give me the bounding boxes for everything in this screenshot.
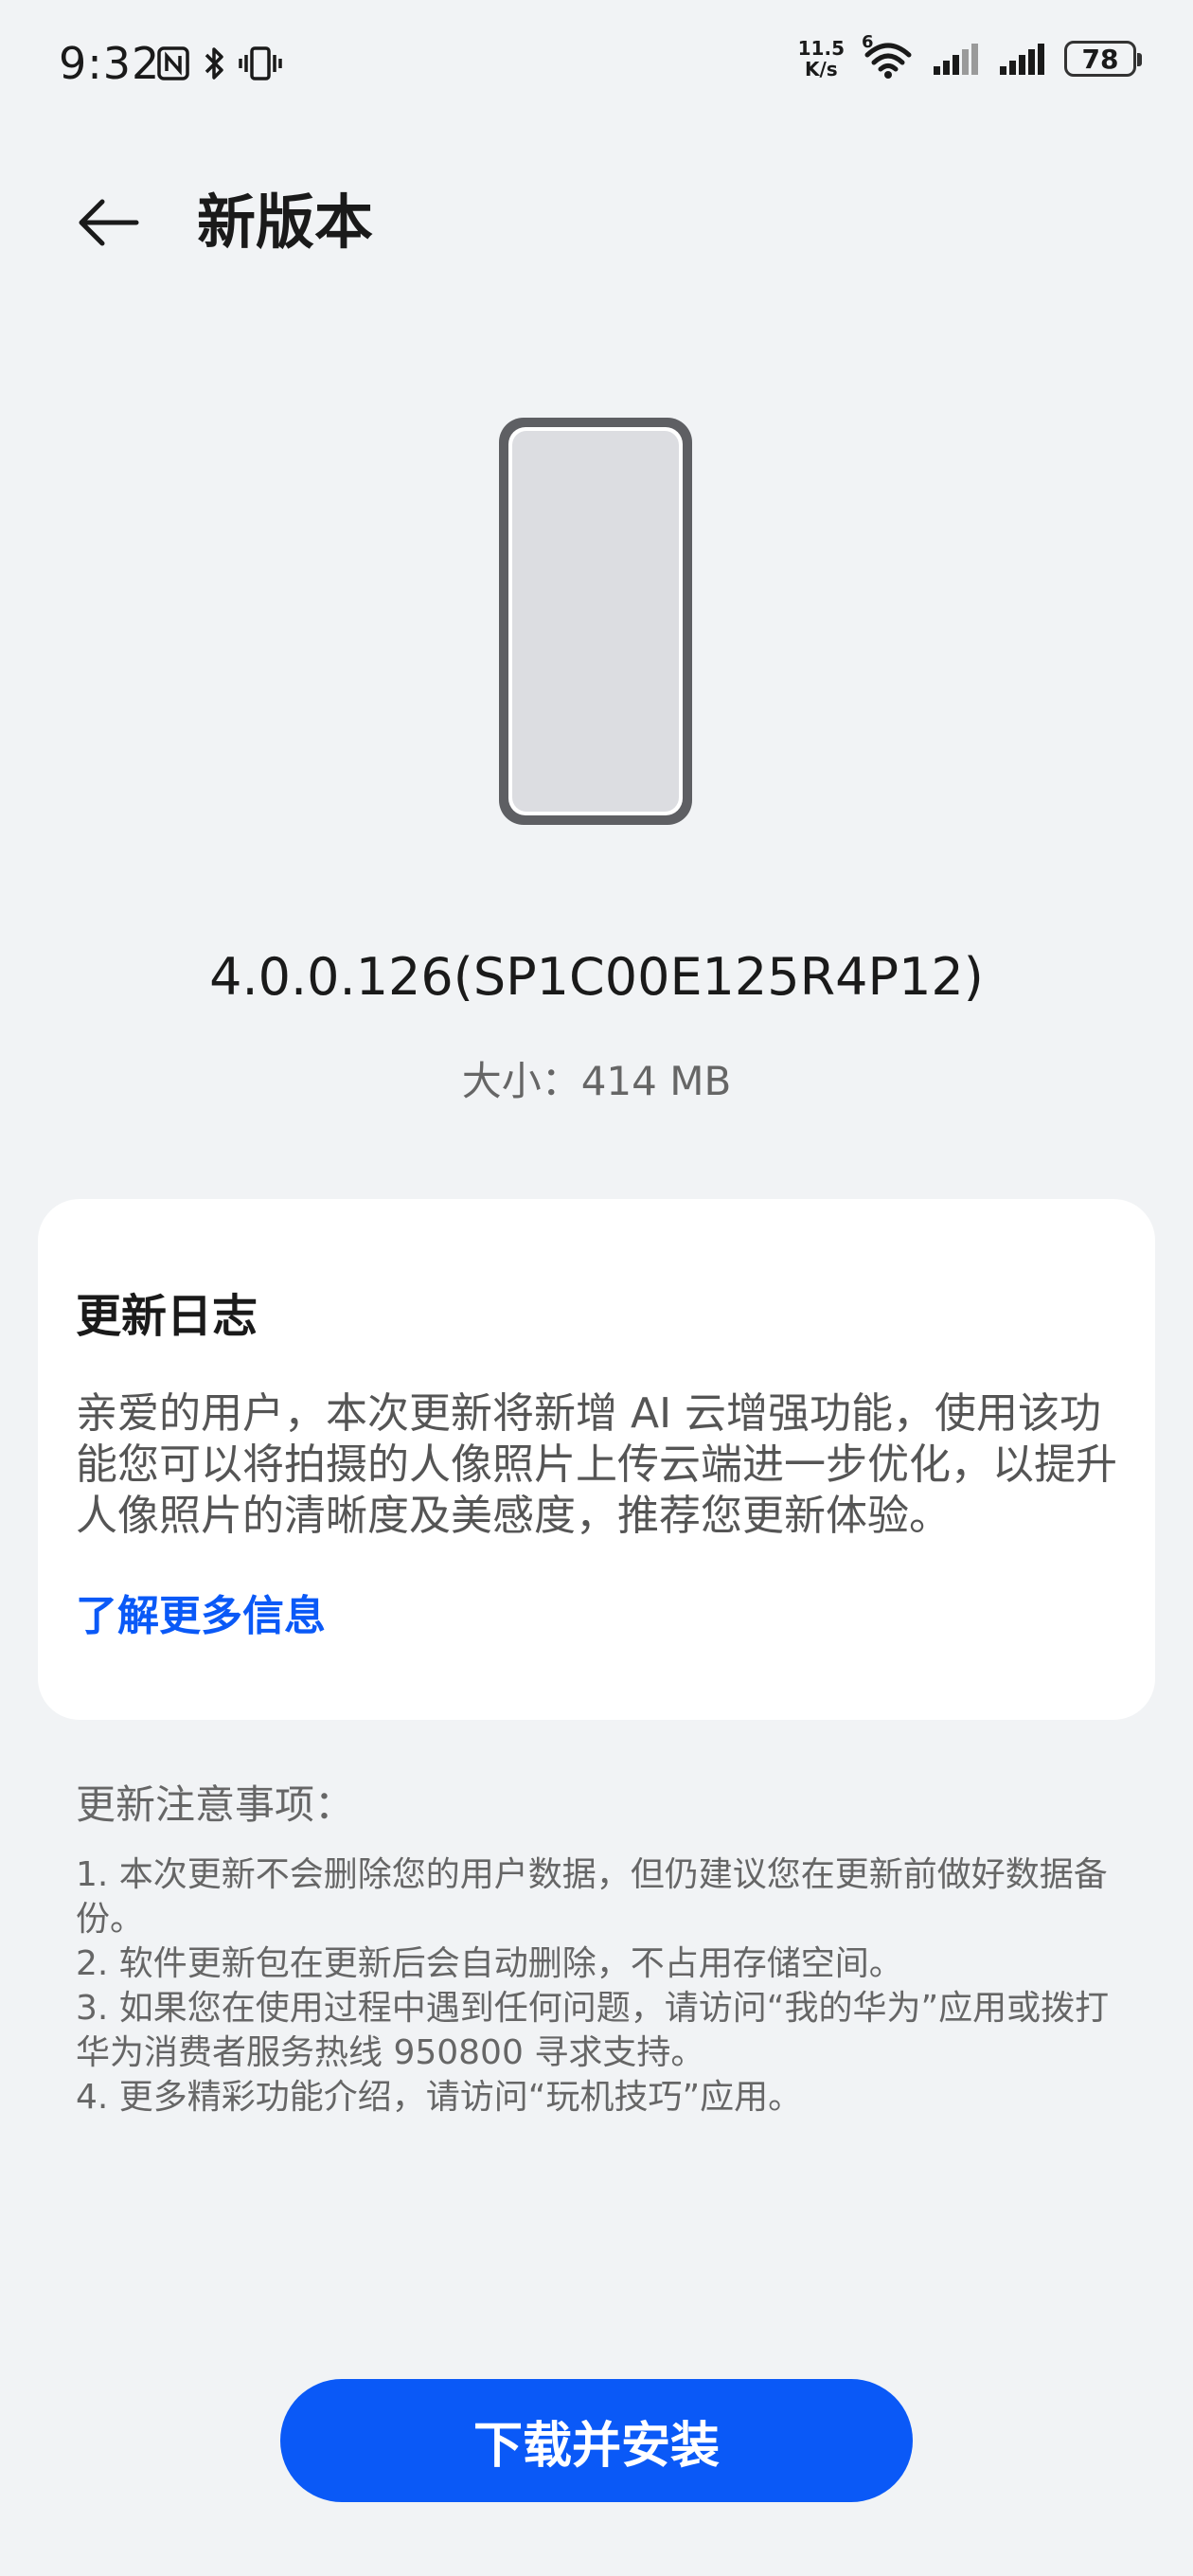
status-icons-left <box>157 45 282 81</box>
signal-icon <box>934 44 978 75</box>
status-bar: 9:32 11.5 K/s 6 78 <box>0 0 1193 142</box>
wifi-badge: 6 <box>862 32 874 52</box>
wifi-indicator: 6 <box>862 32 915 80</box>
page-title: 新版本 <box>197 188 374 257</box>
status-time: 9:32 <box>59 38 161 89</box>
phone-illustration <box>499 418 692 825</box>
arrow-left-icon <box>79 199 139 246</box>
download-install-button[interactable]: 下载并安装 <box>280 2379 913 2502</box>
status-icons-right: 11.5 K/s 6 78 <box>797 32 1142 80</box>
signal-icon <box>1000 44 1044 75</box>
list-item: 3. 如果您在使用过程中遇到任何问题，请访问“我的华为”应用或拨打华为消费者服务… <box>76 1989 1110 2072</box>
bluetooth-icon <box>205 47 223 80</box>
package-size: 大小：414 MB <box>461 1058 732 1104</box>
learn-more-link[interactable]: 了解更多信息 <box>76 1582 326 1642</box>
nfc-icon <box>157 46 189 80</box>
net-speed: 11.5 K/s <box>797 37 845 80</box>
changelog-card: 更新日志 亲爱的用户，本次更新将新增 AI 云增强功能，使用该功能您可以将拍摄的… <box>38 1199 1155 1720</box>
notes-list: 1. 本次更新不会删除您的用户数据，但仍建议您在更新前做好数据备份。 2. 软件… <box>76 1852 1127 2120</box>
list-item: 4. 更多精彩功能介绍，请访问“玩机技巧”应用。 <box>76 2078 803 2117</box>
version-number: 4.0.0.126(SP1C00E125R4P12) <box>209 947 984 1007</box>
app-bar: 新版本 <box>0 161 1193 275</box>
list-item: 2. 软件更新包在更新后会自动删除，不占用存储空间。 <box>76 1944 903 1983</box>
notes-title: 更新注意事项： <box>76 1781 355 1828</box>
battery-icon: 78 <box>1064 41 1142 77</box>
list-item: 1. 本次更新不会删除您的用户数据，但仍建议您在更新前做好数据备份。 <box>76 1855 1108 1939</box>
battery-level: 78 <box>1081 43 1119 75</box>
changelog-body: 亲爱的用户，本次更新将新增 AI 云增强功能，使用该功能您可以将拍摄的人像照片上… <box>76 1389 1117 1540</box>
back-button[interactable] <box>64 180 150 265</box>
changelog-title: 更新日志 <box>76 1290 258 1343</box>
vibrate-icon <box>239 46 282 80</box>
